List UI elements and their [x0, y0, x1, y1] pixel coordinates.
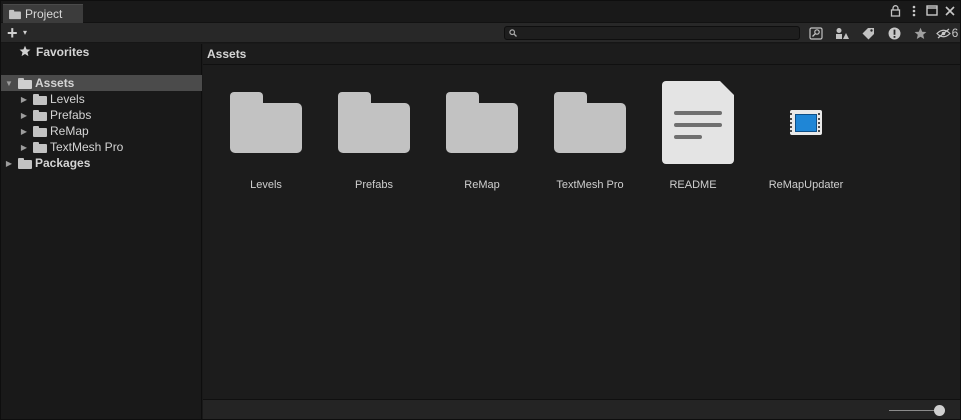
- expand-arrow-icon[interactable]: ▶: [4, 159, 14, 168]
- script-icon: [790, 110, 822, 135]
- asset-item-textmesh-pro[interactable]: TextMesh Pro: [536, 80, 644, 191]
- hidden-packages-toggle[interactable]: 6: [933, 24, 961, 42]
- star-icon[interactable]: [907, 24, 933, 42]
- tab-strip: Project: [1, 1, 960, 23]
- create-button[interactable]: + ▾: [7, 22, 28, 43]
- breadcrumb[interactable]: Assets: [203, 44, 960, 65]
- folder-icon: [338, 92, 410, 153]
- warning-icon[interactable]: [881, 24, 907, 42]
- asset-label: Levels: [250, 179, 282, 191]
- asset-grid-panel: Assets Levels Prefabs ReMap TextMesh Pro: [203, 44, 960, 399]
- tag-icon[interactable]: [855, 24, 881, 42]
- close-icon[interactable]: [943, 5, 956, 19]
- tree-item-packages[interactable]: ▶ Packages: [1, 155, 202, 171]
- tree-item-label: Packages: [35, 156, 91, 170]
- search-field[interactable]: [504, 26, 800, 40]
- chevron-down-icon: ▾: [23, 28, 28, 37]
- folder-open-icon: [18, 77, 32, 89]
- tree-item-label: Assets: [35, 76, 75, 90]
- asset-item-remap[interactable]: ReMap: [428, 80, 536, 191]
- folder-icon: [33, 93, 47, 105]
- asset-item-remapupdater[interactable]: ReMapUpdater: [752, 80, 860, 191]
- more-icon[interactable]: [907, 5, 920, 20]
- zoom-slider-handle[interactable]: [934, 405, 945, 416]
- maximize-icon[interactable]: [925, 5, 938, 19]
- tab-project[interactable]: Project: [3, 4, 83, 23]
- asset-item-readme[interactable]: README: [639, 80, 747, 191]
- breadcrumb-assets[interactable]: Assets: [207, 47, 246, 61]
- expand-arrow-icon[interactable]: ▶: [19, 127, 29, 136]
- folder-icon: [33, 125, 47, 137]
- status-bar: [203, 399, 960, 419]
- folder-tree: Favorites ▼ Assets ▶ Levels ▶ Prefabs ▶ …: [1, 44, 202, 419]
- toolbar-icons: 6: [803, 24, 961, 42]
- tree-item-prefabs[interactable]: ▶ Prefabs: [1, 107, 202, 123]
- tree-item-label: ReMap: [50, 124, 89, 138]
- expand-arrow-icon[interactable]: ▶: [19, 111, 29, 120]
- asset-label: ReMapUpdater: [768, 179, 844, 191]
- search-icon: [509, 26, 517, 39]
- tree-item-label: TextMesh Pro: [50, 140, 124, 154]
- toolbar: + ▾ 6: [1, 23, 960, 43]
- filter-by-label-icon[interactable]: [829, 24, 855, 42]
- search-by-type-icon[interactable]: [803, 24, 829, 42]
- tab-label: Project: [25, 7, 63, 21]
- project-window: Project + ▾ 6 Favorites ▼ Assets ▶ Level…: [0, 0, 961, 420]
- hidden-count: 6: [951, 26, 959, 40]
- tree-item-levels[interactable]: ▶ Levels: [1, 91, 202, 107]
- folder-icon: [9, 9, 21, 19]
- tab-tools: [889, 4, 956, 20]
- tree-item-remap[interactable]: ▶ ReMap: [1, 123, 202, 139]
- asset-item-prefabs[interactable]: Prefabs: [320, 80, 428, 191]
- tree-item-textmesh-pro[interactable]: ▶ TextMesh Pro: [1, 139, 202, 155]
- expand-arrow-icon[interactable]: ▼: [4, 79, 14, 88]
- asset-item-levels[interactable]: Levels: [212, 80, 320, 191]
- star-icon: [19, 45, 33, 60]
- tree-item-label: Levels: [50, 92, 85, 106]
- expand-arrow-icon[interactable]: ▶: [19, 143, 29, 152]
- asset-label: Prefabs: [355, 179, 393, 191]
- plus-icon: +: [7, 22, 18, 43]
- tree-item-assets[interactable]: ▼ Assets: [1, 75, 202, 91]
- expand-arrow-icon[interactable]: ▶: [19, 95, 29, 104]
- tree-item-label: Favorites: [36, 45, 90, 59]
- folder-icon: [33, 141, 47, 153]
- tree-item-label: Prefabs: [50, 108, 92, 122]
- tree-item-favorites[interactable]: Favorites: [1, 44, 202, 60]
- folder-icon: [554, 92, 626, 153]
- folder-icon: [230, 92, 302, 153]
- folder-icon: [18, 157, 32, 169]
- asset-label: TextMesh Pro: [556, 179, 624, 191]
- asset-label: README: [669, 179, 717, 191]
- document-icon: [662, 81, 734, 164]
- zoom-slider-track[interactable]: [889, 410, 939, 411]
- folder-icon: [33, 109, 47, 121]
- asset-label: ReMap: [464, 179, 500, 191]
- lock-icon[interactable]: [889, 4, 902, 20]
- folder-icon: [446, 92, 518, 153]
- hidden-packages-icon: [935, 27, 951, 39]
